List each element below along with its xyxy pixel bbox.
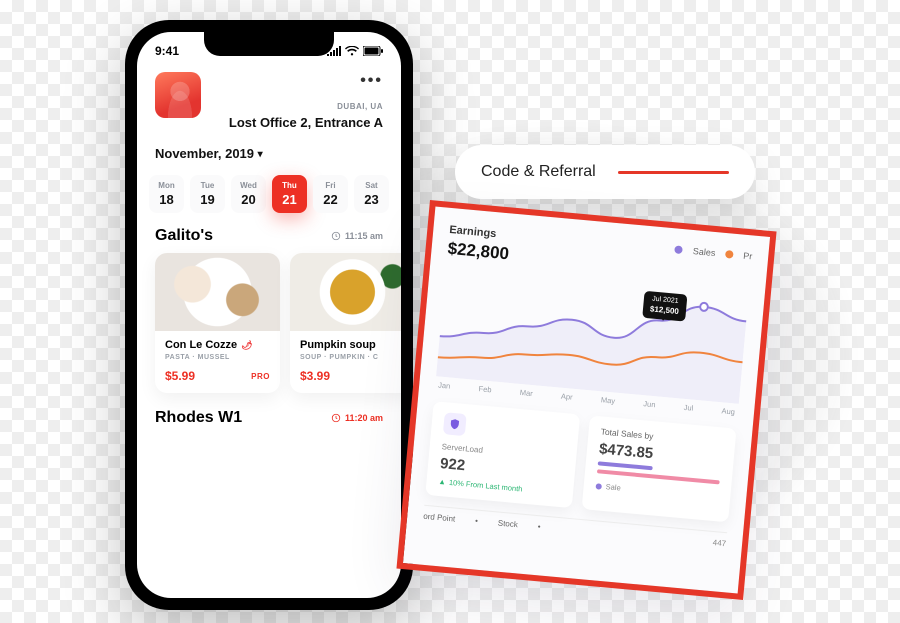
- footer-number: 447: [712, 538, 726, 548]
- food-price: $3.99: [300, 369, 330, 383]
- chart-tooltip: Jul 2021 $12,500: [642, 291, 687, 322]
- more-icon[interactable]: •••: [360, 72, 383, 90]
- date-number: 23: [354, 192, 389, 207]
- stat-cards-row: ServerLoad 922 ▲ 10% From Last month Tot…: [425, 401, 736, 522]
- food-price: $5.99: [165, 369, 195, 383]
- battery-icon: [363, 46, 383, 56]
- status-time: 9:41: [155, 44, 179, 58]
- x-tick: Jan: [438, 381, 451, 391]
- x-tick: Jun: [643, 399, 656, 409]
- pro-badge: PRO: [251, 372, 270, 381]
- date-cell[interactable]: Tue 19: [190, 175, 225, 213]
- x-tick: Mar: [519, 388, 533, 398]
- dashboard-panel: Earnings $22,800 Sales Pr Jul 2021 $12,5…: [396, 200, 776, 600]
- shield-icon: [443, 412, 467, 436]
- server-load-card[interactable]: ServerLoad 922 ▲ 10% From Last month: [425, 401, 580, 508]
- date-weekday: Wed: [231, 181, 266, 190]
- app-header: ••• DUBAI, UA Lost Office 2, Entrance A: [137, 58, 401, 140]
- section-time: 11:20 am: [331, 413, 383, 423]
- legend-label-profit: Pr: [743, 251, 753, 262]
- legend-label-sale: Sale: [605, 482, 621, 492]
- month-picker[interactable]: November, 2019 ▾: [137, 140, 401, 167]
- date-cell[interactable]: Thu 21: [272, 175, 307, 213]
- section-header: Rhodes W1 11:20 am: [137, 409, 401, 435]
- address-title[interactable]: Lost Office 2, Entrance A: [229, 115, 383, 130]
- x-tick: Apr: [561, 392, 573, 402]
- food-row[interactable]: Con Le Cozze 🌶 PASTA · MUSSEL $5.99 PRO Pump…: [137, 253, 401, 409]
- section-time: 11:15 am: [331, 231, 383, 241]
- food-title: Pumpkin soup: [300, 339, 401, 351]
- date-number: 20: [231, 192, 266, 207]
- earnings-value: $22,800: [447, 239, 510, 264]
- food-card[interactable]: Con Le Cozze 🌶 PASTA · MUSSEL $5.99 PRO: [155, 253, 280, 393]
- food-title: Con Le Cozze 🌶: [165, 339, 270, 351]
- chevron-down-icon: ▾: [258, 149, 263, 160]
- date-cell[interactable]: Mon 18: [149, 175, 184, 213]
- server-load-change-text: 10% From Last month: [449, 478, 523, 494]
- food-tags: PASTA · MUSSEL: [165, 354, 270, 361]
- food-card[interactable]: Pumpkin soup SOUP · PUMPKIN · C $3.99: [290, 253, 401, 393]
- header-right: ••• DUBAI, UA Lost Office 2, Entrance A: [229, 72, 383, 130]
- date-strip[interactable]: Mon 18 Tue 19 Wed 20 Thu 21 Fri 22 Sat 23: [137, 167, 401, 227]
- date-weekday: Tue: [190, 181, 225, 190]
- food-image: [155, 253, 280, 331]
- x-tick: Feb: [478, 384, 492, 394]
- total-sales-card[interactable]: Total Sales by $473.85 Sale: [582, 415, 737, 522]
- phone-screen: 9:41 ••• DUBAI, UA Lost Office 2, Entran…: [137, 32, 401, 598]
- date-weekday: Mon: [149, 181, 184, 190]
- earnings-chart: Jul 2021 $12,500: [436, 267, 749, 404]
- code-referral-pill[interactable]: Code & Referral: [455, 145, 755, 199]
- chart-legend: Sales Pr: [675, 244, 753, 261]
- section-title[interactable]: Galito's: [155, 227, 213, 245]
- x-tick: Jul: [683, 403, 693, 413]
- x-tick: May: [601, 395, 616, 405]
- tooltip-value: $12,500: [650, 304, 680, 317]
- date-cell[interactable]: Wed 20: [231, 175, 266, 213]
- date-cell[interactable]: Fri 22: [313, 175, 348, 213]
- status-icons: [327, 46, 383, 56]
- clock-icon: [331, 231, 341, 241]
- pill-label: Code & Referral: [481, 163, 596, 181]
- date-weekday: Thu: [272, 181, 307, 190]
- date-number: 21: [272, 192, 307, 207]
- arrow-up-icon: ▲: [438, 477, 446, 487]
- month-label: November, 2019: [155, 146, 254, 161]
- clock-icon: [331, 413, 341, 423]
- food-image: [290, 253, 401, 331]
- date-number: 22: [313, 192, 348, 207]
- total-sales-legend: Sale: [595, 481, 718, 501]
- legend-label-sales: Sales: [692, 246, 715, 258]
- date-number: 19: [190, 192, 225, 207]
- food-tags: SOUP · PUMPKIN · C: [300, 354, 401, 361]
- date-number: 18: [149, 192, 184, 207]
- date-cell[interactable]: Sat 23: [354, 175, 389, 213]
- date-weekday: Fri: [313, 181, 348, 190]
- footer-ordpoint: ord Point: [423, 512, 456, 524]
- wifi-icon: [345, 46, 359, 56]
- chili-icon: 🌶: [241, 340, 252, 351]
- date-weekday: Sat: [354, 181, 389, 190]
- pill-accent-line: [618, 171, 729, 174]
- location-sub: DUBAI, UA: [337, 102, 383, 111]
- footer-stock: Stock: [497, 518, 518, 529]
- x-tick: Aug: [721, 406, 735, 416]
- section-header: Galito's 11:15 am: [137, 227, 401, 253]
- legend-dot-profit: [725, 250, 734, 259]
- phone-frame: 9:41 ••• DUBAI, UA Lost Office 2, Entran…: [125, 20, 413, 610]
- avatar[interactable]: [155, 72, 201, 118]
- legend-dot-sales: [675, 245, 684, 254]
- section-title[interactable]: Rhodes W1: [155, 409, 242, 427]
- legend-dot-sale: [596, 483, 603, 490]
- phone-notch: [204, 32, 334, 56]
